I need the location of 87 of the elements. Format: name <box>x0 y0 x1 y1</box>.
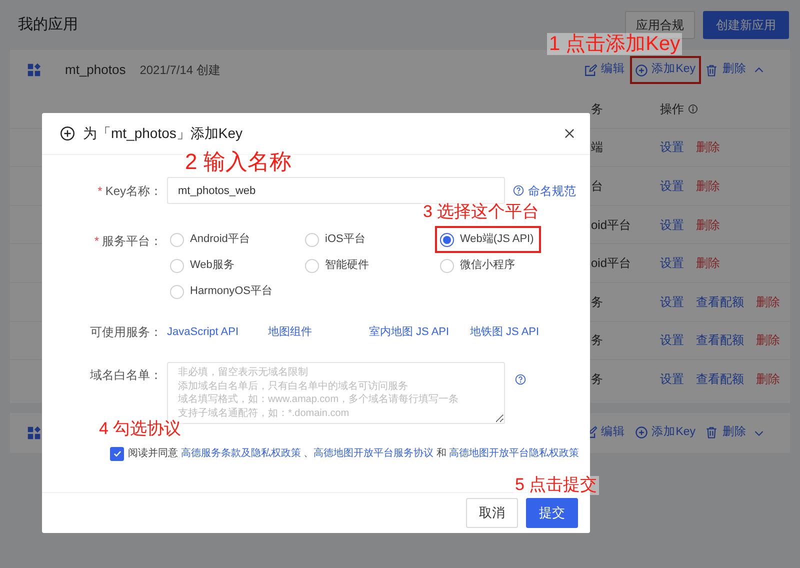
agree-checkbox[interactable] <box>110 446 124 460</box>
delete-link[interactable]: 删除 <box>756 331 780 350</box>
submit-button[interactable]: 提交 <box>526 498 578 528</box>
service-link[interactable]: JavaScript API <box>167 324 268 340</box>
app-name: mt_photos <box>65 61 126 80</box>
create-app-button[interactable]: 创建新应用 <box>703 11 789 39</box>
option-label: HarmonyOS平台 <box>190 284 273 300</box>
help-icon <box>513 185 524 196</box>
delete-link[interactable]: 删除 <box>696 254 720 272</box>
add-icon <box>60 126 75 141</box>
trash-icon <box>705 64 718 76</box>
radio-option[interactable]: 微信小程序 <box>437 254 520 277</box>
option-label: 微信小程序 <box>460 258 515 274</box>
delete-link[interactable]: 删除 <box>756 370 780 388</box>
policy-link[interactable]: 高德地图开放平台隐私权政策 <box>449 448 580 459</box>
close-icon[interactable] <box>563 127 576 140</box>
radio-option[interactable]: 智能硬件 <box>302 254 374 277</box>
delete-link[interactable]: 删除 <box>696 216 720 234</box>
agreement-text: 阅读并同意 高德服务条款及隐私权政策 、高德地图开放平台服务协议 和 高德地图开放平台隐私权政策 <box>128 446 580 461</box>
option-label: Web服务 <box>190 258 234 274</box>
annotation-text: 2 输入名称 <box>183 150 294 174</box>
policy-link[interactable]: 高德服务条款及隐私权政策 <box>180 448 301 459</box>
edit-link[interactable]: 编辑 <box>581 58 628 82</box>
column-header: 务 <box>591 100 604 118</box>
setting-link[interactable]: 设置 <box>660 176 684 195</box>
add-icon <box>634 426 648 440</box>
add-link[interactable]: 添加Key <box>632 421 699 444</box>
naming-rules-link[interactable]: 命名规范 <box>513 182 576 200</box>
policy-link[interactable]: 高德地图开放平台服务协议 <box>314 448 434 459</box>
table-cell-text: 务 <box>591 294 604 311</box>
created-date: 2021/7/14 创建 <box>140 62 220 79</box>
radio-option[interactable]: HarmonyOS平台 <box>167 280 278 303</box>
setting-link[interactable]: 查看配额 <box>696 370 744 388</box>
page-title: 我的应用 <box>18 14 78 35</box>
field-label: 可使用服务： <box>90 325 162 339</box>
add-link[interactable]: 添加Key <box>632 58 699 82</box>
delete-link[interactable]: 删除 <box>696 176 720 195</box>
annotation-text: 5 点击提交 <box>513 476 600 495</box>
delete-link[interactable]: 删除 <box>696 138 720 156</box>
required-mark: * <box>98 184 102 198</box>
highlighted-option[interactable]: Web端(JS API) <box>437 228 539 251</box>
radio-option[interactable]: Android平台 <box>167 228 255 251</box>
setting-link[interactable]: 设置 <box>660 370 684 388</box>
info-icon <box>688 104 698 114</box>
table-cell-text: 务 <box>591 332 604 350</box>
field-label: 服务平台： <box>102 234 162 248</box>
help-icon[interactable] <box>515 374 526 385</box>
delete-link[interactable]: 删除 <box>756 292 780 311</box>
setting-link[interactable]: 设置 <box>660 138 684 156</box>
field-label: Key名称： <box>105 184 162 198</box>
app-icon <box>27 426 41 440</box>
table-cell-text: 台 <box>591 178 604 195</box>
option-label: Android平台 <box>190 232 250 248</box>
key-name-field[interactable]: mt_photos_web <box>167 177 505 204</box>
option-label: iOS平台 <box>325 232 366 248</box>
app-icon <box>27 63 41 77</box>
annotation-text: 1 点击添加Key <box>547 33 682 55</box>
delete-link[interactable]: 删除 <box>702 421 750 444</box>
field-label: 域名白名单： <box>90 368 162 382</box>
table-cell-text: 端 <box>591 139 604 156</box>
table-cell-text: oid平台 <box>591 255 632 272</box>
setting-link[interactable]: 设置 <box>660 292 684 311</box>
service-link[interactable]: 地铁图 JS API <box>470 324 571 340</box>
trash-icon <box>705 426 718 440</box>
delete-link[interactable]: 删除 <box>702 58 750 82</box>
table-cell-text: 务 <box>591 371 604 388</box>
option-label: 智能硬件 <box>325 258 369 274</box>
check-icon <box>112 448 122 459</box>
setting-link[interactable]: 查看配额 <box>696 292 744 311</box>
radio-button[interactable] <box>440 232 454 246</box>
column-header: 操作 <box>660 100 684 118</box>
service-link[interactable]: 地图组件 <box>268 324 369 340</box>
required-mark: * <box>94 234 99 248</box>
cancel-button[interactable]: 取消 <box>466 498 518 528</box>
setting-link[interactable]: 设置 <box>660 331 684 350</box>
setting-link[interactable]: 设置 <box>660 254 684 272</box>
setting-link[interactable]: 设置 <box>660 216 684 234</box>
option-label: Web端(JS API) <box>460 232 534 248</box>
edit-icon <box>584 64 597 76</box>
service-link[interactable]: 室内地图 JS API <box>369 324 470 340</box>
radio-option[interactable]: Web服务 <box>167 254 240 277</box>
table-cell-text: oid平台 <box>591 216 632 234</box>
dialog-title: 为「mt_photos」添加Key <box>83 124 242 143</box>
setting-link[interactable]: 查看配额 <box>696 331 744 350</box>
add-icon <box>634 64 648 76</box>
annotation-text: 4 勾选协议 <box>97 420 184 439</box>
radio-option[interactable]: iOS平台 <box>302 228 370 251</box>
